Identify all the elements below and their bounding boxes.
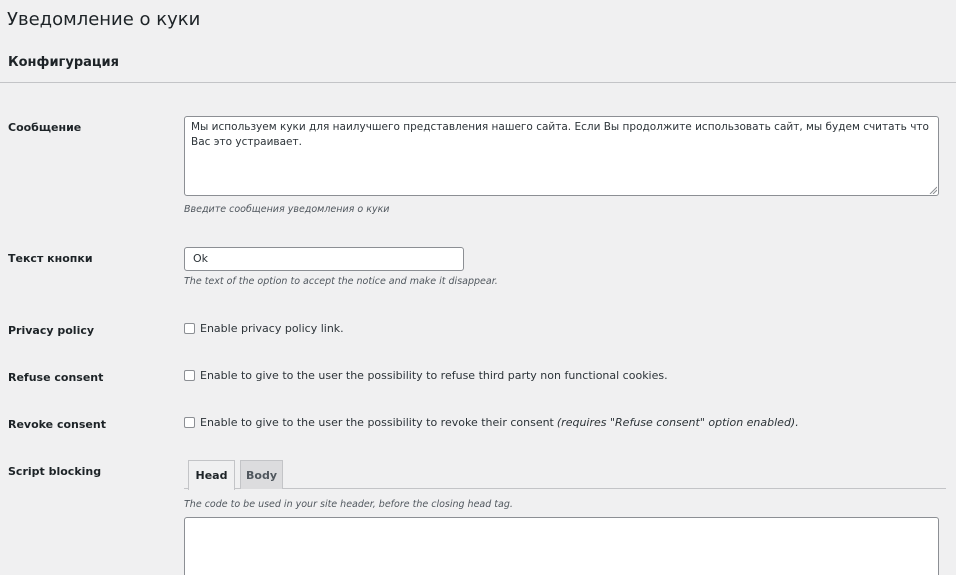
script-blocking-label: Script blocking <box>8 465 102 478</box>
script-blocking-description: The code to be used in your site header,… <box>184 499 513 510</box>
refuse-consent-option[interactable]: Enable to give to the user the possibili… <box>184 369 668 382</box>
tabs-divider <box>184 488 946 489</box>
settings-page: Уведомление о куки Конфигурация Сообщени… <box>0 0 956 575</box>
privacy-policy-option[interactable]: Enable privacy policy link. <box>184 322 344 335</box>
message-textarea[interactable]: Мы используем куки для наилучшего предст… <box>184 116 939 196</box>
button-text-description: The text of the option to accept the not… <box>184 276 498 287</box>
refuse-consent-label: Refuse consent <box>8 371 104 384</box>
tab-body[interactable]: Body <box>240 460 283 489</box>
revoke-consent-checkbox-label[interactable]: Enable to give to the user the possibili… <box>200 416 554 429</box>
refuse-consent-checkbox-label[interactable]: Enable to give to the user the possibili… <box>200 369 668 382</box>
refuse-consent-checkbox[interactable] <box>184 370 195 381</box>
revoke-consent-checkbox[interactable] <box>184 417 195 428</box>
message-description: Введите сообщения уведомления о куки <box>184 204 390 215</box>
revoke-consent-label: Revoke consent <box>8 418 106 431</box>
button-text-label: Текст кнопки <box>8 252 93 265</box>
revoke-consent-note: (requires "Refuse consent" option enable… <box>556 416 799 429</box>
revoke-consent-option[interactable]: Enable to give to the user the possibili… <box>184 416 799 429</box>
privacy-policy-label: Privacy policy <box>8 324 95 337</box>
button-text-input[interactable]: Ok <box>184 247 464 271</box>
message-label: Сообщение <box>8 121 82 134</box>
privacy-policy-checkbox-label[interactable]: Enable privacy policy link. <box>200 322 344 335</box>
section-divider <box>0 82 956 83</box>
page-title: Уведомление о куки <box>7 9 201 30</box>
section-title: Конфигурация <box>8 55 119 70</box>
head-code-textarea[interactable] <box>184 517 939 575</box>
tab-head[interactable]: Head <box>188 460 235 490</box>
privacy-policy-checkbox[interactable] <box>184 323 195 334</box>
resize-grip-icon[interactable] <box>929 186 937 194</box>
message-text: Мы используем куки для наилучшего предст… <box>191 121 929 148</box>
